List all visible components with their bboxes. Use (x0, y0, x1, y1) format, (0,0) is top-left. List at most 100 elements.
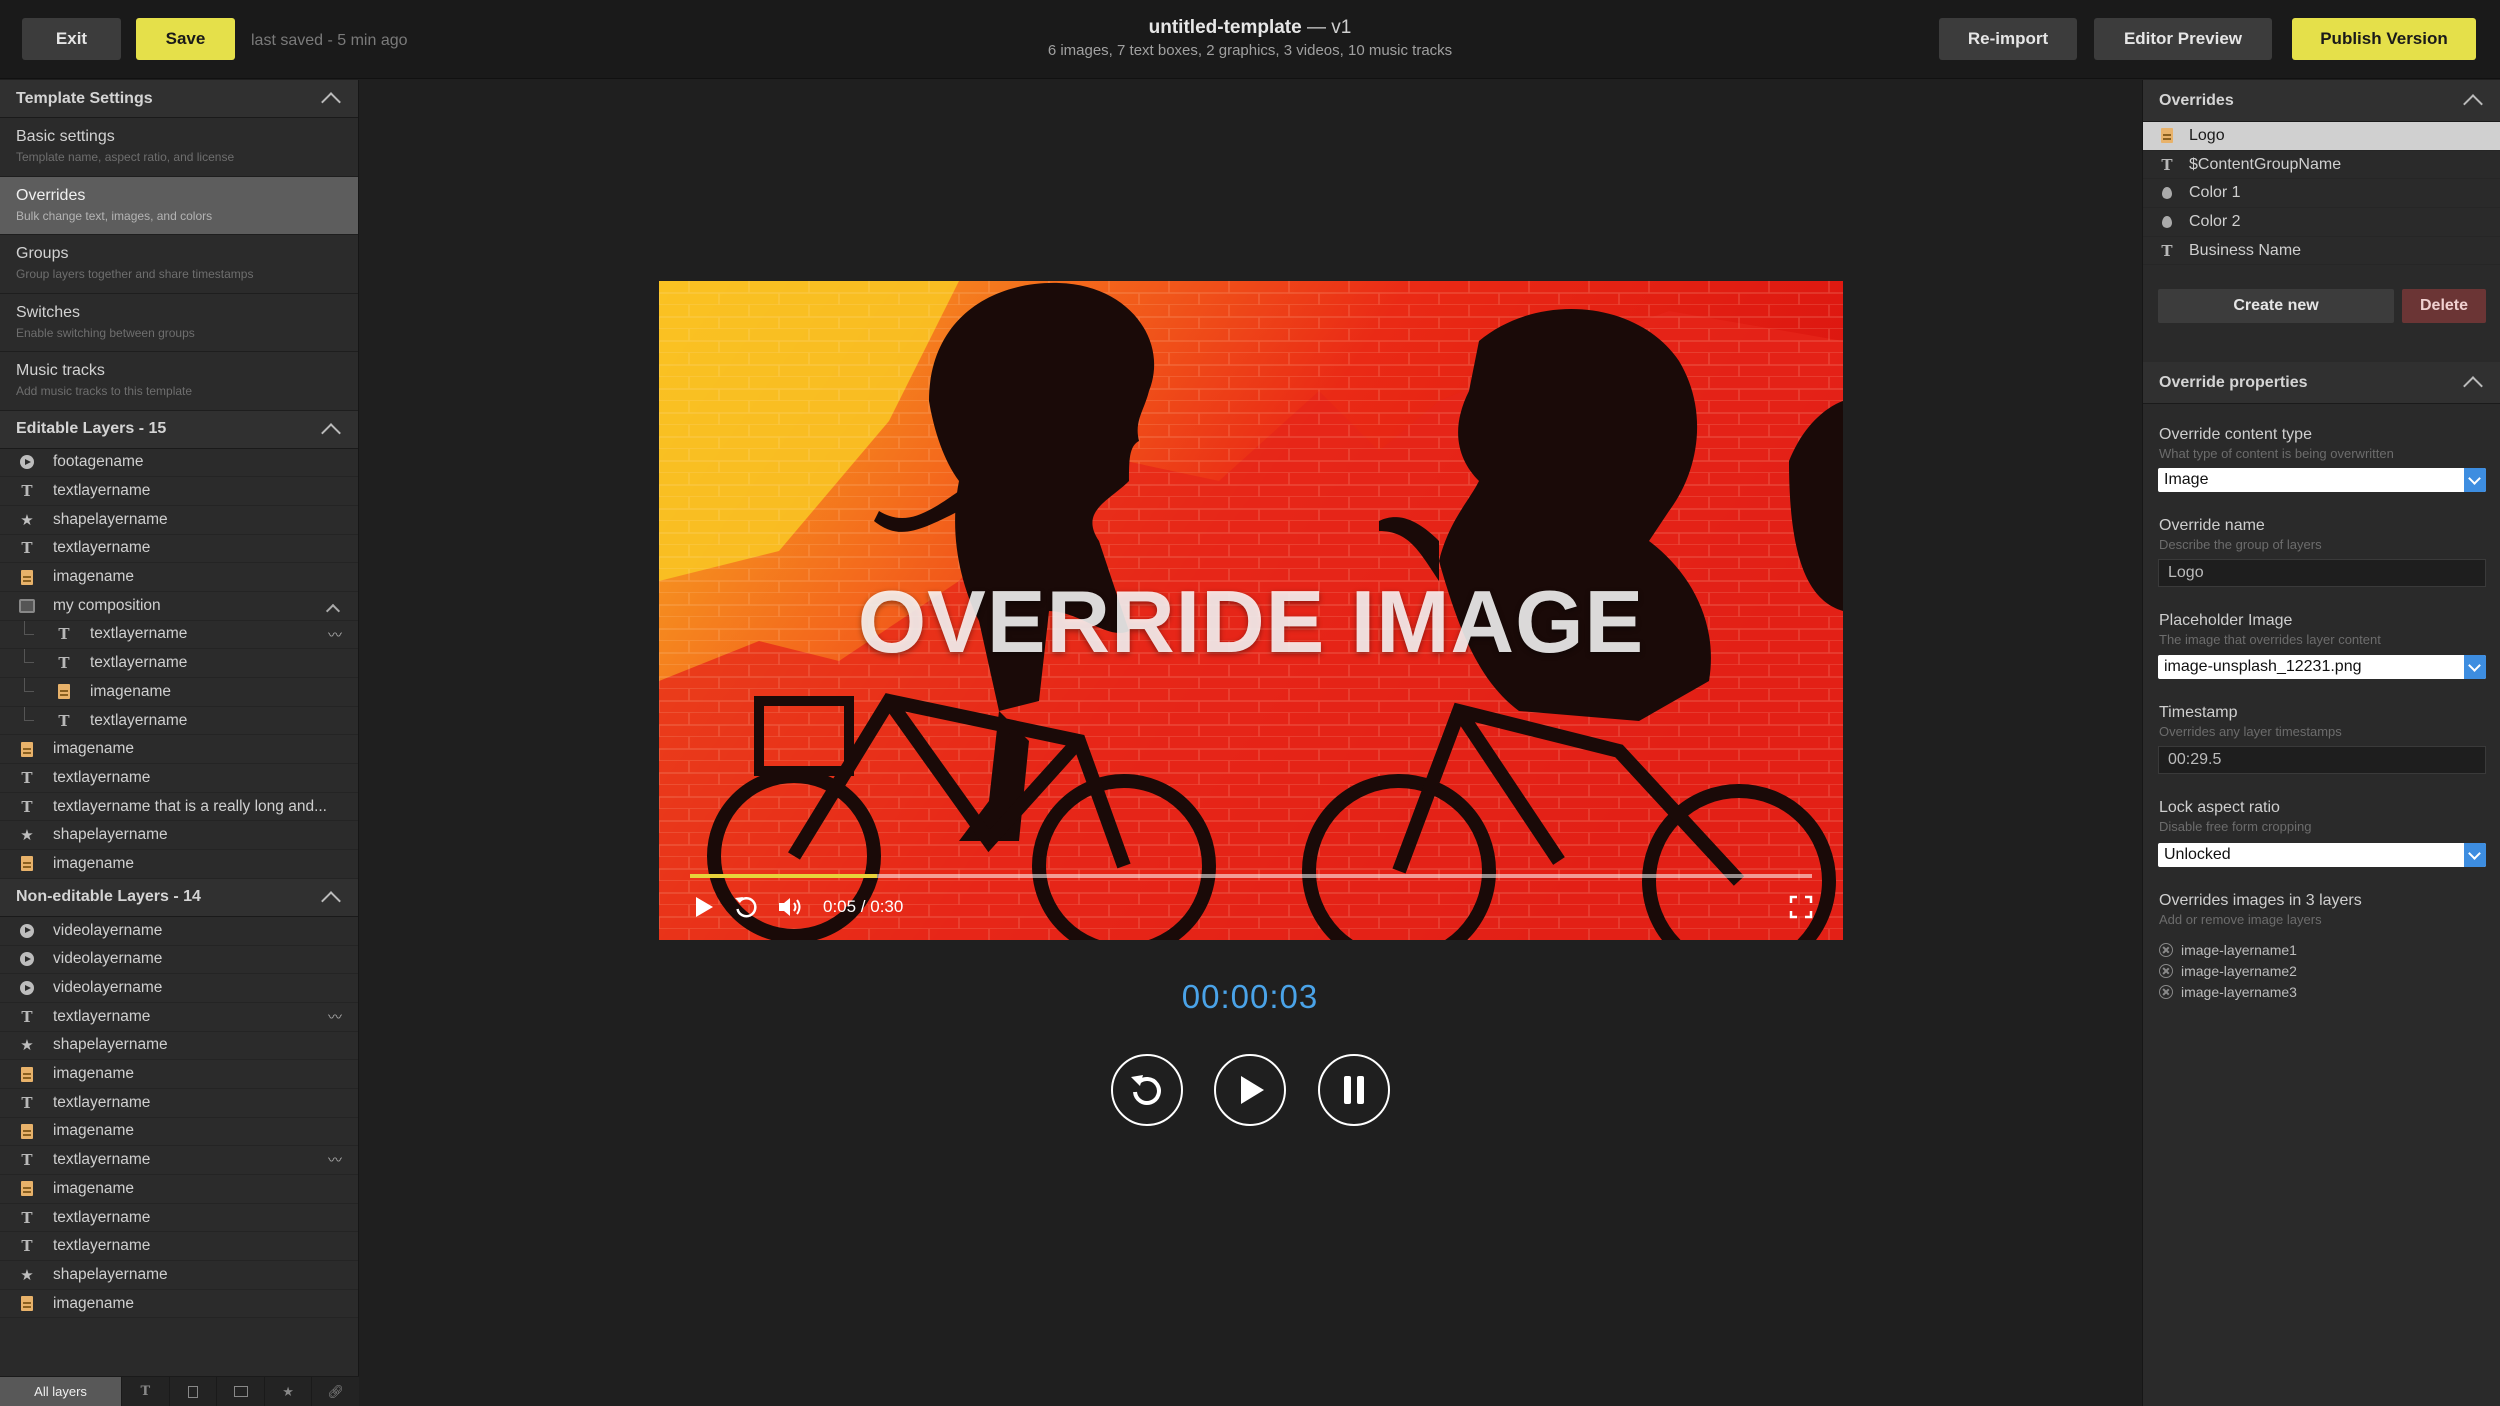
overrides-header[interactable]: Overrides (2143, 80, 2500, 122)
layer-item[interactable]: Ttextlayername (0, 1232, 358, 1262)
layer-item[interactable]: imagename (0, 850, 358, 879)
noneditable-layers-header[interactable]: Non-editable Layers - 14 (0, 878, 358, 917)
override-item[interactable]: Logo (2143, 122, 2500, 151)
layer-item[interactable]: ★ shapelayername (0, 1031, 358, 1061)
playback-timecode: 00:00:03 (1181, 978, 1319, 1015)
remove-icon[interactable] (2159, 985, 2173, 999)
layer-item[interactable]: Ttextlayername 〰 (0, 1002, 358, 1032)
layer-item[interactable]: Ttextlayername (0, 764, 358, 793)
override-item[interactable]: T $ContentGroupName (2143, 151, 2500, 180)
layer-item[interactable]: my composition (0, 591, 358, 621)
fullscreen-icon[interactable] (1789, 895, 1813, 919)
lock-aspect-select[interactable]: Unlocked (2158, 843, 2486, 867)
text-icon: T (58, 711, 70, 730)
layer-item[interactable]: videolayername (0, 945, 358, 975)
volume-icon[interactable] (777, 895, 805, 919)
link-filter-icon[interactable]: 🔗︎ (312, 1377, 359, 1406)
layer-item[interactable]: imagename (0, 1289, 358, 1319)
chevron-up-icon[interactable] (321, 422, 341, 443)
settings-item-title: Groups (16, 245, 69, 262)
override-properties-header[interactable]: Override properties (2143, 362, 2500, 404)
chevron-up-icon[interactable] (321, 890, 341, 911)
replay-icon[interactable] (733, 894, 759, 920)
squiggle-icon: 〰 (328, 626, 342, 643)
remove-icon[interactable] (2159, 943, 2173, 957)
composition-icon (19, 598, 35, 613)
layer-item[interactable]: Ttextlayername 〰 (0, 1146, 358, 1175)
chevron-up-icon[interactable] (325, 603, 341, 619)
override-item[interactable]: Color 2 (2143, 208, 2500, 237)
image-icon (21, 1123, 33, 1139)
text-icon: T (21, 539, 33, 558)
top-bar: Exit Save last saved - 5 min ago untitle… (0, 0, 2500, 79)
video-preview[interactable]: OVERRIDE IMAGE 0:05 / 0:30 (659, 281, 1843, 940)
text-filter-icon[interactable]: T (122, 1377, 170, 1406)
save-button[interactable]: Save (136, 18, 235, 60)
timestamp-input[interactable]: 00:29.5 (2158, 746, 2486, 774)
content-type-select[interactable]: Image (2158, 468, 2486, 492)
chevron-up-icon[interactable] (321, 92, 341, 112)
star-filter-icon[interactable]: ★ (265, 1377, 313, 1406)
layer-type: ★ (19, 827, 35, 844)
pause-button[interactable] (1318, 1054, 1390, 1126)
override-name-input[interactable]: Logo (2158, 559, 2486, 587)
overrides-actions: Create new Delete (2143, 265, 2500, 365)
editable-layers-header[interactable]: Editable Layers - 15 (0, 410, 358, 449)
settings-item[interactable]: Music tracks Add music tracks to this tem… (0, 352, 358, 411)
layer-item[interactable]: videolayername (0, 974, 358, 1003)
layer-item[interactable]: Ttextlayername (0, 649, 358, 678)
settings-item[interactable]: Groups Group layers together and share ti… (0, 235, 358, 294)
settings-item[interactable]: Overrides Bulk change text, images, and c… (0, 176, 358, 235)
layer-item[interactable]: imagename (0, 735, 358, 765)
lock-aspect-label: Lock aspect ratio (2159, 799, 2280, 816)
layer-item[interactable]: ★ shapelayername (0, 821, 358, 851)
tab-all-layers[interactable]: All layers (0, 1377, 123, 1406)
settings-item[interactable]: Switches Enable switching between groups (0, 293, 358, 352)
image-filter-icon[interactable] (170, 1377, 218, 1406)
placeholder-image-select[interactable]: image-unsplash_12231.png (2158, 655, 2486, 679)
video-progress-bar[interactable] (690, 874, 1812, 878)
layer-item[interactable]: Ttextlayername (0, 706, 358, 736)
layer-item[interactable]: Ttextlayername (0, 1203, 358, 1233)
restart-button[interactable] (1111, 1054, 1183, 1126)
play-icon[interactable] (693, 895, 715, 919)
settings-item-desc: Enable switching between groups (16, 325, 195, 340)
layer-type (19, 1181, 35, 1197)
text-icon: T (21, 1151, 33, 1170)
layer-item[interactable]: footagename (0, 448, 358, 478)
layer-item[interactable]: imagename (0, 678, 358, 707)
layer-item[interactable]: Ttextlayername that is a really long and… (0, 792, 358, 822)
remove-icon[interactable] (2159, 964, 2173, 978)
layer-item[interactable]: imagename (0, 1117, 358, 1147)
template-version: — v1 (1306, 17, 1352, 38)
override-layer-name: image-layername2 (2181, 963, 2297, 979)
composition-filter-icon[interactable] (217, 1377, 265, 1406)
layer-item[interactable]: videolayername (0, 916, 358, 946)
overrides-layers-desc: Add or remove image layers (2159, 912, 2322, 927)
layer-item[interactable]: Ttextlayername 〰 (0, 620, 358, 650)
play-button[interactable] (1214, 1054, 1286, 1126)
chevron-up-icon[interactable] (2463, 94, 2483, 114)
layer-name: imagename (53, 568, 134, 586)
publish-version-button[interactable]: Publish Version (2292, 18, 2476, 60)
layer-item[interactable]: Ttextlayername (0, 1088, 358, 1118)
layer-item[interactable]: Ttextlayername (0, 534, 358, 564)
chevron-up-icon[interactable] (2463, 376, 2483, 396)
layer-item[interactable]: Ttextlayername (0, 477, 358, 506)
reimport-button[interactable]: Re-import (1939, 18, 2077, 60)
create-new-override-button[interactable]: Create new (2158, 289, 2394, 324)
template-settings-header[interactable]: Template Settings (0, 80, 358, 118)
layer-item[interactable]: imagename (0, 1175, 358, 1204)
lock-aspect-value: Unlocked (2164, 846, 2231, 863)
layer-name: imagename (53, 1122, 134, 1140)
editor-preview-button[interactable]: Editor Preview (2094, 18, 2272, 60)
layer-item[interactable]: ★ shapelayername (0, 1261, 358, 1290)
layer-item[interactable]: ★ shapelayername (0, 505, 358, 535)
settings-item[interactable]: Basic settings Template name, aspect rati… (0, 118, 358, 177)
exit-button[interactable]: Exit (22, 18, 121, 60)
layer-item[interactable]: imagename (0, 563, 358, 592)
delete-override-button[interactable]: Delete (2402, 289, 2486, 324)
override-item[interactable]: T Business Name (2143, 237, 2500, 266)
override-item[interactable]: Color 1 (2143, 179, 2500, 209)
layer-item[interactable]: imagename (0, 1060, 358, 1089)
